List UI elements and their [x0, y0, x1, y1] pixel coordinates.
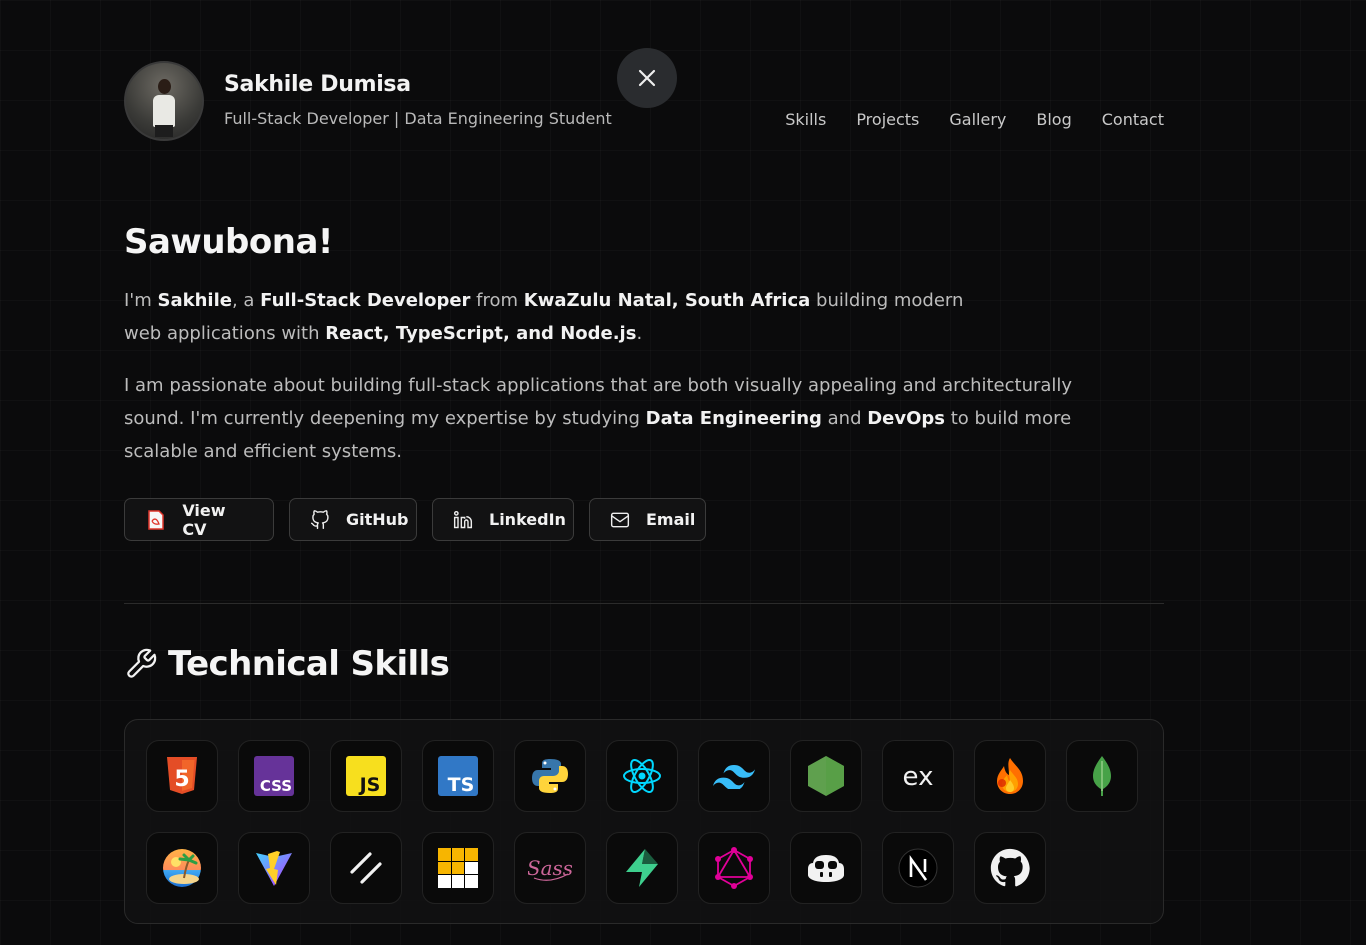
linkedin-label: LinkedIn	[489, 510, 566, 529]
pdf-file-icon	[145, 509, 166, 531]
main-nav: Skills Projects Gallery Blog Contact	[755, 110, 1164, 129]
nav-blog[interactable]: Blog	[1036, 110, 1071, 129]
github-label: GitHub	[346, 510, 409, 529]
svg-text:JS: JS	[358, 774, 381, 796]
html5-icon[interactable]: 5	[146, 740, 218, 812]
intro-paragraph-2: I am passionate about building full-stac…	[124, 375, 1073, 462]
intro-paragraph-1: I'm Sakhile, a Full-Stack Developer from…	[124, 290, 964, 344]
beach-emoji-icon[interactable]	[146, 832, 218, 904]
nav-gallery[interactable]: Gallery	[949, 110, 1006, 129]
github-icon[interactable]	[974, 832, 1046, 904]
email-label: Email	[646, 510, 696, 529]
nav-skills[interactable]: Skills	[785, 110, 826, 129]
firebase-icon[interactable]	[974, 740, 1046, 812]
greeting-heading: Sawubona!	[124, 222, 333, 262]
shadcn-icon[interactable]	[330, 832, 402, 904]
site-owner-name: Sakhile Dumisa	[224, 72, 411, 97]
linkedin-icon	[453, 509, 473, 531]
css-icon[interactable]: CSS	[238, 740, 310, 812]
email-button[interactable]: Email	[589, 498, 706, 541]
nav-contact[interactable]: Contact	[1102, 110, 1164, 129]
sass-icon[interactable]: Sass	[514, 832, 586, 904]
graphql-icon[interactable]	[698, 832, 770, 904]
svg-text:TS: TS	[448, 774, 475, 796]
javascript-icon[interactable]: JS	[330, 740, 402, 812]
copilot-icon[interactable]	[790, 832, 862, 904]
github-button[interactable]: GitHub	[289, 498, 417, 541]
nodejs-icon[interactable]	[790, 740, 862, 812]
python-icon[interactable]	[514, 740, 586, 812]
wrench-icon	[127, 648, 157, 678]
typescript-icon[interactable]: TS	[422, 740, 494, 812]
skills-title: Technical Skills	[168, 644, 450, 684]
svg-text:ex: ex	[903, 762, 934, 791]
close-icon	[638, 69, 656, 87]
mail-icon	[610, 509, 630, 531]
mongodb-icon[interactable]	[1066, 740, 1138, 812]
view-cv-label: View CV	[182, 500, 226, 539]
view-cv-button[interactable]: View CV	[124, 498, 274, 541]
supabase-icon[interactable]	[606, 832, 678, 904]
svg-text:5: 5	[174, 767, 189, 792]
linkedin-button[interactable]: LinkedIn	[432, 498, 574, 541]
section-divider	[124, 603, 1164, 604]
contact-buttons: View CV GitHub LinkedIn Email	[124, 498, 706, 541]
tile-grid-icon[interactable]	[422, 832, 494, 904]
skills-section-heading: Technical Skills	[124, 644, 450, 684]
react-icon[interactable]	[606, 740, 678, 812]
skills-panel: 5 CSS JS TS ex Sass	[124, 719, 1164, 924]
nav-projects[interactable]: Projects	[856, 110, 919, 129]
github-outline-icon	[310, 509, 330, 531]
tailwind-icon[interactable]	[698, 740, 770, 812]
nextjs-icon[interactable]	[882, 832, 954, 904]
site-owner-subtitle: Full-Stack Developer | Data Engineering …	[224, 109, 612, 128]
vite-icon[interactable]	[238, 832, 310, 904]
express-icon[interactable]: ex	[882, 740, 954, 812]
svg-text:Sass: Sass	[528, 856, 572, 880]
avatar	[124, 61, 204, 141]
svg-text:CSS: CSS	[260, 777, 292, 795]
close-button[interactable]	[617, 48, 677, 108]
